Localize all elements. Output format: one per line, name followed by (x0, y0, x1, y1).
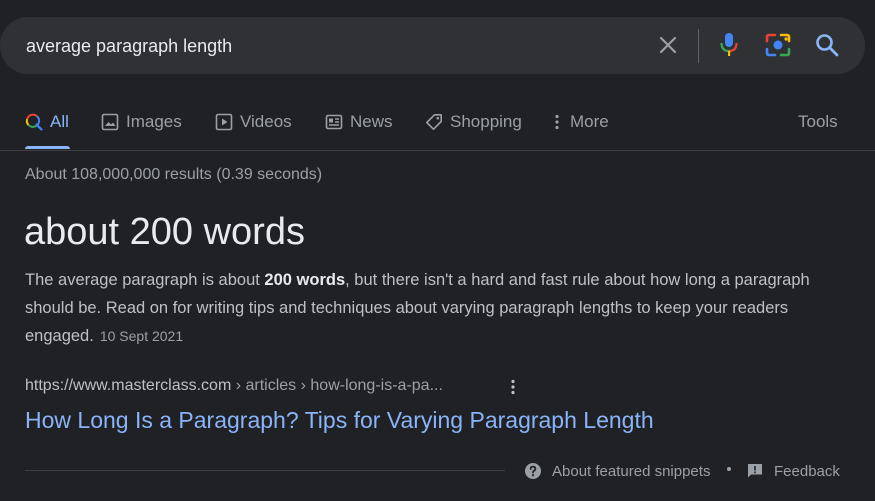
image-icon (101, 113, 119, 131)
tab-label: Images (126, 112, 182, 131)
result-title-link[interactable]: How Long Is a Paragraph? Tips for Varyin… (25, 407, 654, 434)
tools-button[interactable]: Tools (798, 100, 838, 149)
snippet-text-start: The average paragraph is about (25, 271, 265, 289)
result-stats: About 108,000,000 results (0.39 seconds) (25, 166, 323, 183)
about-featured-snippets-label: About featured snippets (552, 462, 711, 480)
tab-label: Shopping (450, 112, 522, 131)
search-tabs: All Images Videos News Shopping More Too… (0, 100, 875, 151)
tab-shopping[interactable]: Shopping (425, 100, 522, 149)
search-results-page: All Images Videos (0, 0, 875, 501)
tab-label: News (350, 112, 393, 131)
search-icon[interactable] (813, 31, 841, 59)
tab-label: All (50, 112, 69, 131)
footer-divider (25, 470, 505, 471)
tab-videos[interactable]: Videos (215, 100, 292, 149)
feedback-link[interactable]: Feedback (746, 460, 840, 482)
close-icon[interactable] (654, 31, 682, 59)
video-icon (215, 113, 233, 131)
search-icon (25, 113, 43, 131)
featured-answer: about 200 words (24, 211, 305, 253)
footer-separator-dot (727, 467, 731, 471)
active-tab-indicator (25, 146, 70, 149)
feedback-icon (746, 462, 764, 480)
featured-snippet-text: The average paragraph is about 200 words… (25, 266, 835, 350)
newspaper-icon (325, 113, 343, 131)
help-icon (524, 462, 542, 480)
tools-label: Tools (798, 112, 838, 131)
tab-all[interactable]: All (25, 100, 69, 149)
camera-lens-icon[interactable] (764, 31, 792, 59)
snippet-date: 10 Sept 2021 (99, 328, 184, 344)
search-bar-divider (698, 29, 699, 63)
microphone-icon[interactable] (715, 31, 743, 59)
result-url[interactable]: https://www.masterclass.com › articles ›… (25, 377, 443, 395)
tag-icon (425, 113, 443, 131)
snippet-highlight: 200 words (264, 271, 346, 289)
search-bar (0, 17, 865, 74)
tab-images[interactable]: Images (101, 100, 182, 149)
more-vertical-icon (551, 113, 563, 131)
tab-news[interactable]: News (325, 100, 393, 149)
tab-label: More (570, 112, 609, 131)
tab-label: Videos (240, 112, 292, 131)
cite-path: › articles › how-long-is-a-pa... (231, 377, 443, 394)
about-featured-snippets-link[interactable]: About featured snippets (524, 460, 710, 482)
cite-domain: https://www.masterclass.com (25, 377, 232, 394)
feedback-label: Feedback (774, 462, 840, 480)
tab-more[interactable]: More (551, 100, 609, 149)
result-options-icon[interactable] (504, 376, 522, 398)
search-input[interactable] (26, 34, 626, 58)
